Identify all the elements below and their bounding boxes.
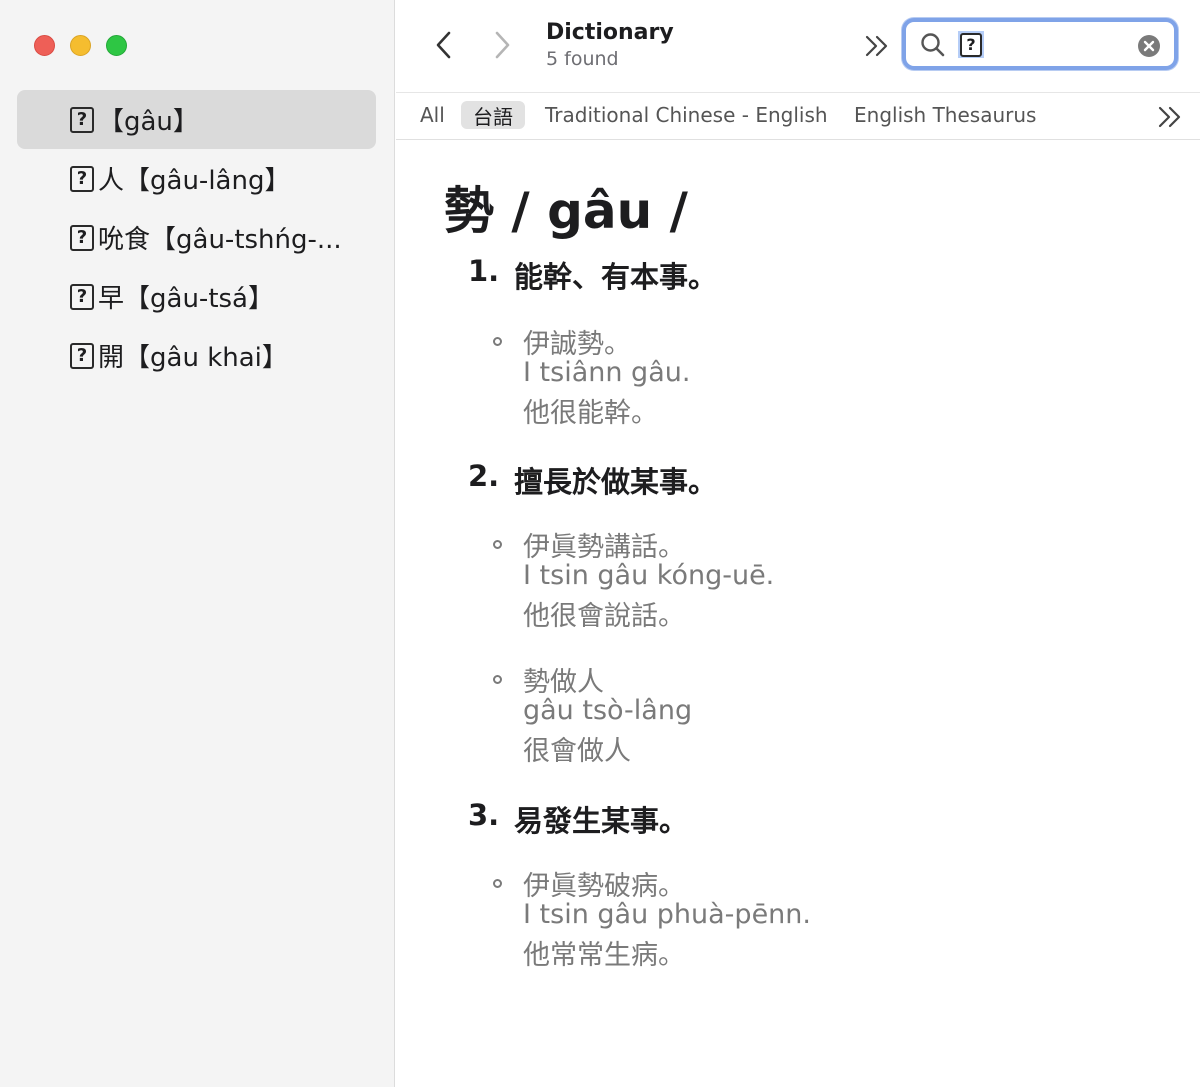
missing-glyph-icon: ? [70,106,94,133]
example-romanization: I tsin gâu kóng-uē. [523,560,775,591]
example-hanji: 伊誠勢。 [523,329,631,360]
missing-glyph-icon: ? [70,283,94,310]
tab-taigi[interactable]: 台語 [461,101,525,129]
sidebar: ? 【gâu】 ? 人 【gâu-lâng】 ? 吮食 【gâu-tshńg-.… [0,0,395,1087]
example-mandarin: 他很能幹。 [523,398,658,429]
tab-english-thesaurus[interactable]: English Thesaurus [854,101,1036,129]
example-romanization: I tsin gâu phuà-pēnn. [523,899,811,930]
example-romanization: gâu tsò-lâng [523,695,693,726]
tab-traditional-chinese-english[interactable]: Traditional Chinese - English [545,101,828,129]
double-chevron-right-icon [1158,106,1181,128]
example-bullet [493,675,502,684]
result-item[interactable]: ? 吮食 【gâu-tshńg-... [17,208,376,267]
tab-all[interactable]: All [420,101,445,129]
example-mandarin: 很會做人 [523,736,631,767]
sense-number: 2. [468,459,500,493]
clear-search-button[interactable] [1138,35,1160,57]
sense-number: 3. [468,798,500,832]
sense-definition: 擅長於做某事。 [514,465,718,499]
result-list: ? 【gâu】 ? 人 【gâu-lâng】 ? 吮食 【gâu-tshńg-.… [17,90,376,385]
minimize-window-button[interactable] [70,35,91,56]
example-hanji: 伊眞勢破病。 [523,871,685,902]
dictionary-window: ? 【gâu】 ? 人 【gâu-lâng】 ? 吮食 【gâu-tshńg-.… [0,0,1200,1087]
close-window-button[interactable] [34,35,55,56]
example-hanji: 勢做人 [523,667,604,698]
result-item[interactable]: ? 早 【gâu-tsá】 [17,267,376,326]
result-count: 5 found [546,48,619,70]
sense-definition: 能幹、有本事。 [514,260,718,294]
result-item[interactable]: ? 人 【gâu-lâng】 [17,149,376,208]
missing-glyph-icon: ? [960,32,982,57]
double-chevron-right-icon [865,35,888,57]
missing-glyph-icon: ? [70,165,94,192]
window-title: Dictionary [546,20,674,45]
headword: 勢 / gâu / [444,182,688,240]
title-block: Dictionary 5 found [546,20,674,70]
result-prefix: 早 [98,284,125,314]
example-bullet [493,540,502,549]
result-item[interactable]: ? 【gâu】 [17,90,376,149]
example-romanization: I tsiânn gâu. [523,357,691,388]
chevron-right-icon [495,31,510,59]
dictionary-tabs: All 台語 Traditional Chinese - English Eng… [396,92,1200,140]
result-label: 【gâu khai】 [124,343,288,373]
example-mandarin: 他常常生病。 [523,940,685,971]
forward-button[interactable] [488,28,518,62]
close-icon [1143,40,1155,52]
result-prefix: 吮食 [98,225,151,255]
example-hanji: 伊眞勢講話。 [523,532,685,563]
example-mandarin: 他很會說話。 [523,601,685,632]
chevron-left-icon [436,31,451,59]
search-icon [921,33,945,57]
result-prefix: 開 [98,343,125,373]
sense-definition: 易發生某事。 [514,804,689,838]
result-item[interactable]: ? 開 【gâu khai】 [17,326,376,385]
sense-number: 1. [468,254,500,288]
result-prefix: 人 [98,166,125,196]
result-label: 【gâu】 [98,107,199,137]
search-field[interactable]: ? [902,18,1178,70]
entry-content: 勢 / gâu / 1. 能幹、有本事。 伊誠勢。 I tsiânn gâu. … [396,141,1200,1087]
result-label: 【gâu-tshńg-... [150,225,342,255]
toolbar-overflow-button[interactable] [862,33,892,59]
search-input[interactable]: ? [958,31,984,58]
result-label: 【gâu-lâng】 [124,166,291,196]
missing-glyph-icon: ? [70,342,94,369]
back-button[interactable] [428,28,458,62]
example-bullet [493,879,502,888]
missing-glyph-icon: ? [70,224,94,251]
window-controls [34,35,127,56]
toolbar: Dictionary 5 found ? [396,0,1200,92]
zoom-window-button[interactable] [106,35,127,56]
tabs-overflow-button[interactable] [1156,105,1184,129]
example-bullet [493,337,502,346]
result-label: 【gâu-tsá】 [124,284,274,314]
